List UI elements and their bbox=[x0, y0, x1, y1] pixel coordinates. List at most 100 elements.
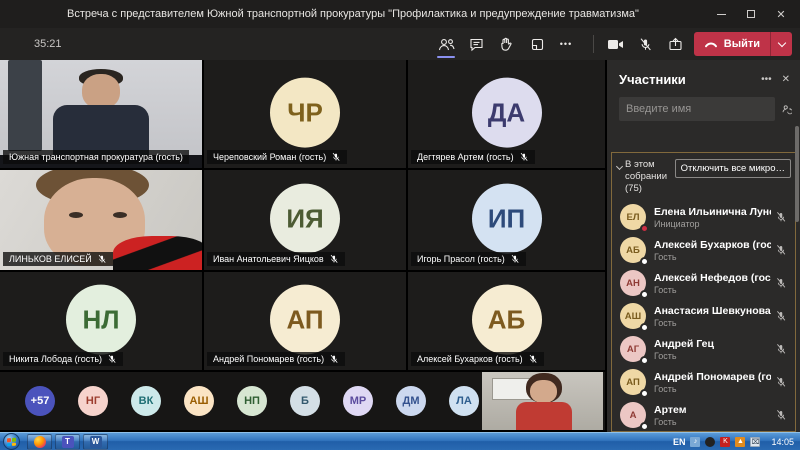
more-icon: ••• bbox=[761, 74, 772, 85]
participant-row[interactable]: АН Алексей Нефедов (гость) Гость bbox=[612, 269, 795, 298]
participants-panel: Участники ••• ✕ В этом собрании (75) Отк… bbox=[607, 60, 800, 432]
microphone-muted-button[interactable] bbox=[634, 32, 658, 56]
mic-off-icon bbox=[97, 254, 107, 264]
language-indicator[interactable]: EN bbox=[673, 437, 686, 447]
camera-icon bbox=[607, 38, 624, 51]
avatar-tile[interactable]: ИП Игорь Прасол (гость) bbox=[408, 170, 605, 270]
taskbar-clock[interactable]: 14:05 bbox=[771, 437, 794, 447]
avatar: А bbox=[620, 402, 646, 428]
camera-button[interactable] bbox=[604, 32, 628, 56]
tile-name-label: Алексей Бухарков (гость) bbox=[411, 352, 544, 366]
close-icon: ✕ bbox=[782, 74, 790, 85]
tile-name-label: Игорь Прасол (гость) bbox=[411, 252, 526, 266]
mic-off-icon bbox=[638, 37, 653, 52]
meeting-timer: 35:21 bbox=[34, 38, 62, 50]
overflow-avatar[interactable]: НП bbox=[237, 386, 267, 416]
participant-role: Инициатор bbox=[654, 219, 771, 229]
participant-row[interactable]: АБ Алексей Бухарков (гость) Гость bbox=[612, 236, 795, 265]
participant-role: Гость bbox=[654, 384, 771, 394]
participant-row[interactable]: АГ Андрей Гец Гость bbox=[612, 335, 795, 364]
participant-row[interactable]: АШ Анастасия Шевкунова Гость bbox=[612, 302, 795, 331]
close-button[interactable]: ✕ bbox=[766, 2, 796, 26]
teams-icon: T bbox=[62, 436, 74, 448]
overflow-avatar[interactable]: ЛА bbox=[449, 386, 479, 416]
avatar-tile[interactable]: ЧР Череповский Роман (гость) bbox=[204, 60, 406, 168]
participant-name: ЛИНЬКОВ ЕЛИСЕЙ bbox=[9, 254, 92, 264]
search-row bbox=[619, 97, 792, 121]
avatar-tile[interactable]: АБ Алексей Бухарков (гость) bbox=[408, 272, 605, 370]
video-tile-prosecutor[interactable]: Южная транспортная прокуратура (гость) bbox=[0, 60, 202, 168]
avatar: АШ bbox=[620, 303, 646, 329]
participant-role: Гость bbox=[654, 351, 771, 361]
panel-close-button[interactable]: ✕ bbox=[782, 74, 790, 85]
avatar-tile[interactable]: АП Андрей Пономарев (гость) bbox=[204, 272, 406, 370]
maximize-icon bbox=[747, 10, 755, 18]
maximize-button[interactable] bbox=[736, 2, 766, 26]
pointer-tray-icon[interactable] bbox=[705, 437, 715, 447]
mic-off-icon bbox=[775, 409, 787, 421]
start-button[interactable] bbox=[3, 433, 20, 450]
overflow-strip: +57 НГ ВК АШ НП Б МР ДМ ЛА bbox=[0, 372, 605, 430]
mic-off-icon bbox=[775, 310, 787, 322]
antivirus-tray-icon[interactable]: K bbox=[720, 437, 730, 447]
participant-row[interactable]: АП Андрей Пономарев (гость) Гость bbox=[612, 368, 795, 397]
mic-off-icon bbox=[528, 354, 538, 364]
overflow-avatar[interactable]: АШ bbox=[184, 386, 214, 416]
taskbar-item-teams[interactable]: T bbox=[55, 434, 80, 450]
overflow-avatar[interactable]: Б bbox=[290, 386, 320, 416]
breakout-rooms-button[interactable] bbox=[524, 32, 548, 56]
updates-tray-icon[interactable]: ▲ bbox=[735, 437, 745, 447]
panel-scrollbar[interactable] bbox=[795, 126, 799, 222]
leave-main[interactable]: Выйти bbox=[694, 32, 770, 56]
video-tile-boy[interactable]: ЛИНЬКОВ ЕЛИСЕЙ bbox=[0, 170, 202, 270]
close-icon: ✕ bbox=[776, 8, 785, 21]
overflow-avatar[interactable]: ВК bbox=[131, 386, 161, 416]
avatar: ЧР bbox=[270, 78, 340, 148]
participant-role: Гость bbox=[654, 252, 771, 262]
mute-all-button[interactable]: Отключить все микро… bbox=[675, 159, 791, 178]
tile-name-label: Никита Лобода (гость) bbox=[3, 352, 123, 366]
overflow-avatar[interactable]: МР bbox=[343, 386, 373, 416]
toolbar-divider bbox=[593, 35, 594, 53]
avatar: АБ bbox=[620, 237, 646, 263]
avatar-tile[interactable]: НЛ Никита Лобода (гость) bbox=[0, 272, 202, 370]
panel-more-button[interactable]: ••• bbox=[761, 74, 772, 85]
participants-button[interactable] bbox=[434, 32, 458, 56]
participant-name: Андрей Пономарев (гость) bbox=[654, 371, 771, 383]
overflow-count-avatar[interactable]: +57 bbox=[25, 386, 55, 416]
share-screen-button[interactable] bbox=[664, 32, 688, 56]
hangup-icon bbox=[704, 40, 718, 49]
chevron-down-icon bbox=[777, 38, 785, 46]
mic-off-icon bbox=[329, 254, 339, 264]
chat-button[interactable] bbox=[464, 32, 488, 56]
share-icon bbox=[668, 37, 683, 52]
refresh-participants-icon[interactable] bbox=[781, 102, 792, 116]
overflow-avatar[interactable]: ДМ bbox=[396, 386, 426, 416]
avatar: НЛ bbox=[66, 285, 136, 355]
participant-name: Алексей Бухарков (гость) bbox=[654, 239, 771, 251]
taskbar-item-word[interactable]: W bbox=[83, 434, 108, 450]
participant-row[interactable]: ЕЛ Елена Ильинична Лунева Инициатор bbox=[612, 203, 795, 232]
section-chevron-icon[interactable] bbox=[616, 163, 623, 170]
raise-hand-button[interactable] bbox=[494, 32, 518, 56]
self-view-tile[interactable] bbox=[482, 372, 603, 430]
avatar: ЕЛ bbox=[620, 204, 646, 230]
avatar-tile[interactable]: ДА Дегтярев Артем (гость) bbox=[408, 60, 605, 168]
mic-off-icon bbox=[510, 254, 520, 264]
tile-name-label: Иван Анатольевич Яицков bbox=[207, 252, 345, 266]
search-input[interactable] bbox=[619, 97, 775, 121]
avatar-tile[interactable]: ИЯ Иван Анатольевич Яицков bbox=[204, 170, 406, 270]
minimize-button[interactable] bbox=[706, 2, 736, 26]
participant-name: Алексей Нефедов (гость) bbox=[654, 272, 771, 284]
network-tray-icon[interactable]: ⌧ bbox=[750, 437, 760, 447]
leave-options-button[interactable] bbox=[770, 32, 792, 56]
overflow-avatar[interactable]: НГ bbox=[78, 386, 108, 416]
participant-row[interactable]: А Артем Гость bbox=[612, 401, 795, 430]
tile-name-label: Андрей Пономарев (гость) bbox=[207, 352, 345, 366]
taskbar-item-firefox[interactable] bbox=[27, 434, 52, 450]
chat-icon bbox=[469, 37, 484, 52]
leave-button[interactable]: Выйти bbox=[694, 32, 792, 56]
more-actions-button[interactable]: ••• bbox=[554, 32, 578, 56]
presence-dot bbox=[640, 389, 649, 398]
audio-tray-icon[interactable]: ♪ bbox=[690, 437, 700, 447]
